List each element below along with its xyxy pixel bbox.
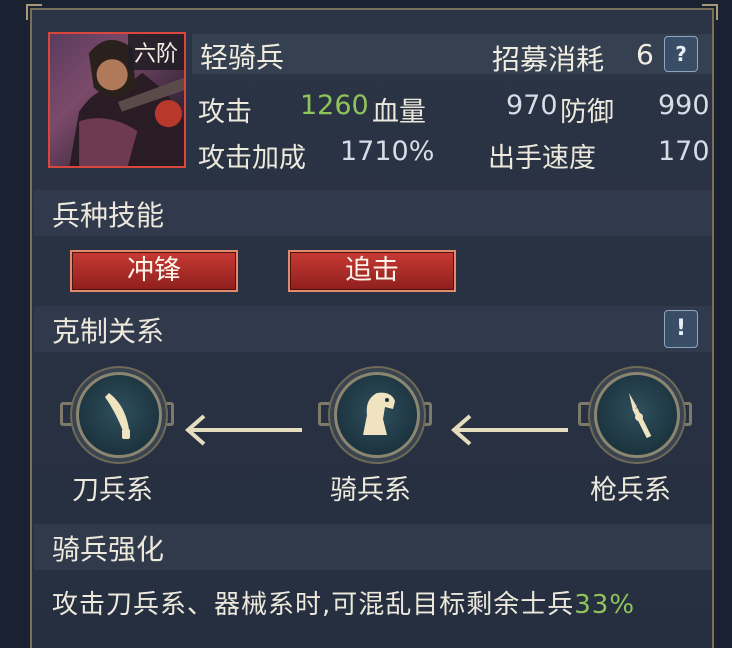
enhance-description-text: 攻击刀兵系、器械系时,可混乱目标剩余士兵	[52, 590, 575, 620]
spear-unit-circle[interactable]	[594, 372, 680, 458]
enhance-description: 攻击刀兵系、器械系时,可混乱目标剩余士兵33%	[52, 584, 635, 621]
defense-value: 990	[658, 90, 710, 121]
attack-label: 攻击	[198, 97, 252, 128]
spear-icon	[629, 393, 652, 439]
arrow-left-icon	[450, 414, 568, 446]
unit-name: 轻骑兵	[200, 41, 285, 74]
skill-pursuit-button[interactable]: 追击	[288, 250, 456, 292]
skill-charge-button[interactable]: 冲锋	[70, 250, 238, 292]
speed-value: 170	[658, 136, 710, 167]
panel-corner-right	[702, 4, 718, 20]
info-icon[interactable]: !	[664, 310, 698, 348]
skills-section-title: 兵种技能	[52, 199, 165, 232]
help-icon[interactable]: ?	[664, 36, 698, 72]
defense-label: 防御	[560, 97, 614, 128]
unit-portrait[interactable]: 六阶	[48, 32, 186, 168]
attack-bonus-value: 1710%	[340, 136, 435, 167]
speed-label: 出手速度	[488, 143, 596, 174]
panel-corner-left	[26, 4, 42, 20]
recruit-cost-value: 6	[636, 38, 654, 71]
blade-unit-circle[interactable]	[76, 372, 162, 458]
recruit-cost-label: 招募消耗	[492, 43, 605, 76]
rank-badge: 六阶	[127, 34, 184, 70]
enhance-section-title: 骑兵强化	[52, 533, 165, 566]
spear-unit-label: 枪兵系	[590, 475, 671, 506]
hp-value: 970	[506, 90, 558, 121]
counter-section-title: 克制关系	[52, 315, 165, 348]
blade-unit-label: 刀兵系	[72, 475, 153, 506]
blade-icon	[105, 393, 130, 439]
horse-icon	[363, 392, 395, 435]
horse-unit-label: 骑兵系	[330, 475, 411, 506]
hp-label: 血量	[372, 97, 426, 128]
enhance-percent: 33%	[574, 590, 636, 620]
attack-bonus-label: 攻击加成	[198, 143, 306, 174]
horse-unit-circle[interactable]	[334, 372, 420, 458]
attack-value: 1260	[300, 90, 369, 121]
arrow-left-icon	[184, 414, 302, 446]
